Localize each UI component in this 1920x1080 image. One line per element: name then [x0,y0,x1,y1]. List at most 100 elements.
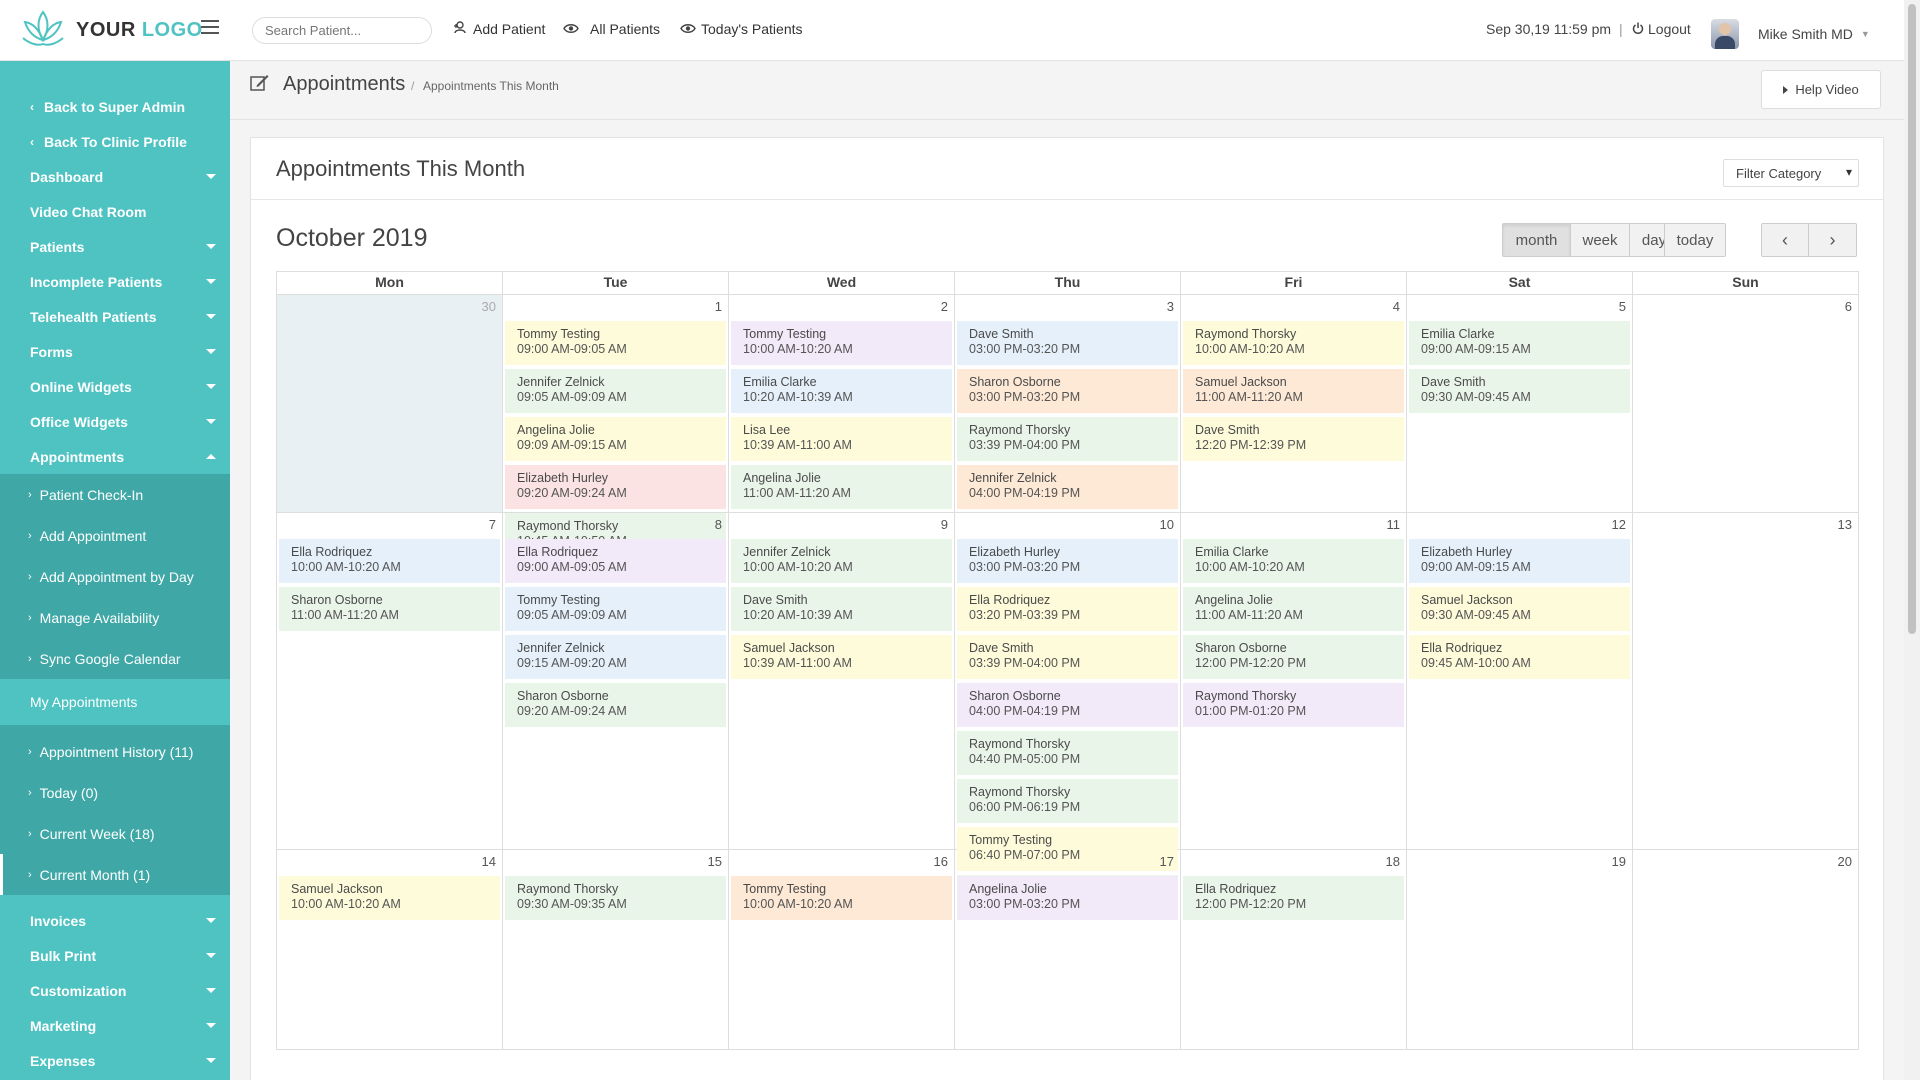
help-video-button[interactable]: Help Video [1761,70,1881,109]
appointment-event[interactable]: Dave Smith 03:00 PM-03:20 PM [957,321,1178,365]
sidebar-item-sync-google-calendar[interactable]: › Sync Google Calendar [0,638,230,679]
appointment-event[interactable]: Angelina Jolie 09:09 AM-09:15 AM [505,417,726,461]
appointment-event[interactable]: Sharon Osborne 11:00 AM-11:20 AM [279,587,500,631]
calendar-day-cell[interactable]: 17 Angelina Jolie 03:00 PM-03:20 PM [955,850,1181,1049]
day-number[interactable]: 1 [715,299,722,314]
appointment-event[interactable]: Samuel Jackson 11:00 AM-11:20 AM [1183,369,1404,413]
day-number[interactable]: 13 [1838,517,1852,532]
sidebar-item-office-widgets[interactable]: Office Widgets [0,404,230,439]
appointment-event[interactable]: Jennifer Zelnick 10:00 AM-10:20 AM [731,539,952,583]
appointment-event[interactable]: Sharon Osborne 12:00 PM-12:20 PM [1183,635,1404,679]
calendar-day-cell[interactable]: 7 Ella Rodriquez 10:00 AM-10:20 AM Sharon O… [277,513,503,849]
calendar-day-cell[interactable]: 12 Elizabeth Hurley 09:00 AM-09:15 AM Samue… [1407,513,1633,849]
appointment-event[interactable]: Elizabeth Hurley 09:20 AM-09:24 AM [505,465,726,509]
calendar-day-cell[interactable]: 1 Tommy Testing 09:00 AM-09:05 AM Jennifer … [503,295,729,557]
calendar-day-cell[interactable]: 30 [277,295,503,512]
sidebar-item-today[interactable]: › Today (0) [0,772,230,813]
appointment-event[interactable]: Raymond Thorsky 09:30 AM-09:35 AM [505,876,726,920]
day-number[interactable]: 10 [1160,517,1174,532]
calendar-day-cell[interactable]: 9 Jennifer Zelnick 10:00 AM-10:20 AM Dave S… [729,513,955,849]
sidebar-item-customization[interactable]: Customization [0,973,230,1008]
appointment-event[interactable]: Dave Smith 10:20 AM-10:39 AM [731,587,952,631]
calendar-day-cell[interactable]: 18 Ella Rodriquez 12:00 PM-12:20 PM [1181,850,1407,1049]
calendar-day-cell[interactable]: 3 Dave Smith 03:00 PM-03:20 PM Sharon Osbor… [955,295,1181,512]
appointment-event[interactable]: Ella Rodriquez 09:00 AM-09:05 AM [505,539,726,583]
appointment-event[interactable]: Tommy Testing 10:00 AM-10:20 AM [731,321,952,365]
day-number[interactable]: 6 [1845,299,1852,314]
day-number[interactable]: 12 [1612,517,1626,532]
appointment-event[interactable]: Samuel Jackson 09:30 AM-09:45 AM [1409,587,1630,631]
appointment-event[interactable]: Emilia Clarke 09:00 AM-09:15 AM [1409,321,1630,365]
logo[interactable]: YOUR LOGO [18,8,203,52]
appointment-event[interactable]: Raymond Thorsky 04:40 PM-05:00 PM [957,731,1178,775]
day-number[interactable]: 4 [1393,299,1400,314]
sidebar-item-my-appointments[interactable]: My Appointments [0,679,230,725]
appointment-event[interactable]: Angelina Jolie 03:00 PM-03:20 PM [957,876,1178,920]
view-month-button[interactable]: month [1502,223,1571,257]
appointment-event[interactable]: Sharon Osborne 03:00 PM-03:20 PM [957,369,1178,413]
day-number[interactable]: 3 [1167,299,1174,314]
appointment-event[interactable]: Samuel Jackson 10:39 AM-11:00 AM [731,635,952,679]
sidebar-item-add-appointment[interactable]: › Add Appointment [0,515,230,556]
appointment-event[interactable]: Dave Smith 09:30 AM-09:45 AM [1409,369,1630,413]
appointment-event[interactable]: Elizabeth Hurley 09:00 AM-09:15 AM [1409,539,1630,583]
appointment-event[interactable]: Ella Rodriquez 09:45 AM-10:00 AM [1409,635,1630,679]
day-number[interactable]: 2 [941,299,948,314]
calendar-day-cell[interactable]: 6 [1633,295,1858,512]
calendar-day-cell[interactable]: 10 Elizabeth Hurley 03:00 PM-03:20 PM Ella … [955,513,1181,919]
view-week-button[interactable]: week [1571,223,1630,257]
logout-button[interactable]: Logout [1632,21,1691,37]
sidebar-item-patients[interactable]: Patients [0,229,230,264]
sidebar-item-dashboard[interactable]: Dashboard [0,159,230,194]
appointment-event[interactable]: Elizabeth Hurley 03:00 PM-03:20 PM [957,539,1178,583]
appointment-event[interactable]: Tommy Testing 09:00 AM-09:05 AM [505,321,726,365]
day-number[interactable]: 9 [941,517,948,532]
sidebar-item-current-month[interactable]: › Current Month (1) [0,854,230,895]
calendar-day-cell[interactable]: 11 Emilia Clarke 10:00 AM-10:20 AM Angelina… [1181,513,1407,849]
sidebar-item-invoices[interactable]: Invoices [0,903,230,938]
appointment-event[interactable]: Angelina Jolie 11:00 AM-11:20 AM [731,465,952,509]
filter-category-select[interactable]: Filter Category [1723,159,1859,187]
appointment-event[interactable]: Emilia Clarke 10:20 AM-10:39 AM [731,369,952,413]
sidebar-item-back-clinic-profile[interactable]: ‹ Back To Clinic Profile [0,124,230,159]
appointment-event[interactable]: Tommy Testing 09:05 AM-09:09 AM [505,587,726,631]
avatar[interactable] [1711,19,1739,49]
day-number[interactable]: 8 [715,517,722,532]
appointment-event[interactable]: Lisa Lee 10:39 AM-11:00 AM [731,417,952,461]
todays-patients-link[interactable]: Today's Patients [680,21,803,37]
calendar-day-cell[interactable]: 20 [1633,850,1858,1049]
prev-month-button[interactable]: ‹ [1761,223,1809,257]
appointment-event[interactable]: Raymond Thorsky 10:00 AM-10:20 AM [1183,321,1404,365]
day-number[interactable]: 18 [1386,854,1400,869]
sidebar-item-patient-check-in[interactable]: › Patient Check-In [0,474,230,515]
appointment-event[interactable]: Ella Rodriquez 03:20 PM-03:39 PM [957,587,1178,631]
day-number[interactable]: 16 [934,854,948,869]
day-number[interactable]: 7 [489,517,496,532]
sidebar-item-marketing[interactable]: Marketing [0,1008,230,1043]
appointment-event[interactable]: Ella Rodriquez 12:00 PM-12:20 PM [1183,876,1404,920]
calendar-day-cell[interactable]: 8 Ella Rodriquez 09:00 AM-09:05 AM Tommy Te… [503,513,729,849]
appointment-event[interactable]: Dave Smith 03:39 PM-04:00 PM [957,635,1178,679]
sidebar-item-online-widgets[interactable]: Online Widgets [0,369,230,404]
calendar-day-cell[interactable]: 19 [1407,850,1633,1049]
day-number[interactable]: 19 [1612,854,1626,869]
sidebar-item-expenses[interactable]: Expenses [0,1043,230,1078]
sidebar-item-add-appointment-by-day[interactable]: › Add Appointment by Day [0,556,230,597]
day-number[interactable]: 17 [1160,854,1174,869]
all-patients-link[interactable]: All Patients [563,21,660,37]
day-number[interactable]: 30 [482,299,496,314]
sidebar-item-telehealth-patients[interactable]: Telehealth Patients [0,299,230,334]
appointment-event[interactable]: Jennifer Zelnick 09:15 AM-09:20 AM [505,635,726,679]
day-number[interactable]: 5 [1619,299,1626,314]
calendar-day-cell[interactable]: 5 Emilia Clarke 09:00 AM-09:15 AM Dave Smit… [1407,295,1633,512]
appointment-event[interactable]: Angelina Jolie 11:00 AM-11:20 AM [1183,587,1404,631]
search-patient-input[interactable] [252,17,432,44]
appointment-event[interactable]: Raymond Thorsky 01:00 PM-01:20 PM [1183,683,1404,727]
appointment-event[interactable]: Ella Rodriquez 10:00 AM-10:20 AM [279,539,500,583]
appointment-event[interactable]: Samuel Jackson 10:00 AM-10:20 AM [279,876,500,920]
user-menu[interactable]: Mike Smith MD ▼ [1758,26,1870,42]
page-scrollbar[interactable] [1904,0,1920,1080]
sidebar-item-manage-availability[interactable]: › Manage Availability [0,597,230,638]
today-button[interactable]: today [1664,223,1726,257]
sidebar-item-appointment-history[interactable]: › Appointment History (11) [0,731,230,772]
